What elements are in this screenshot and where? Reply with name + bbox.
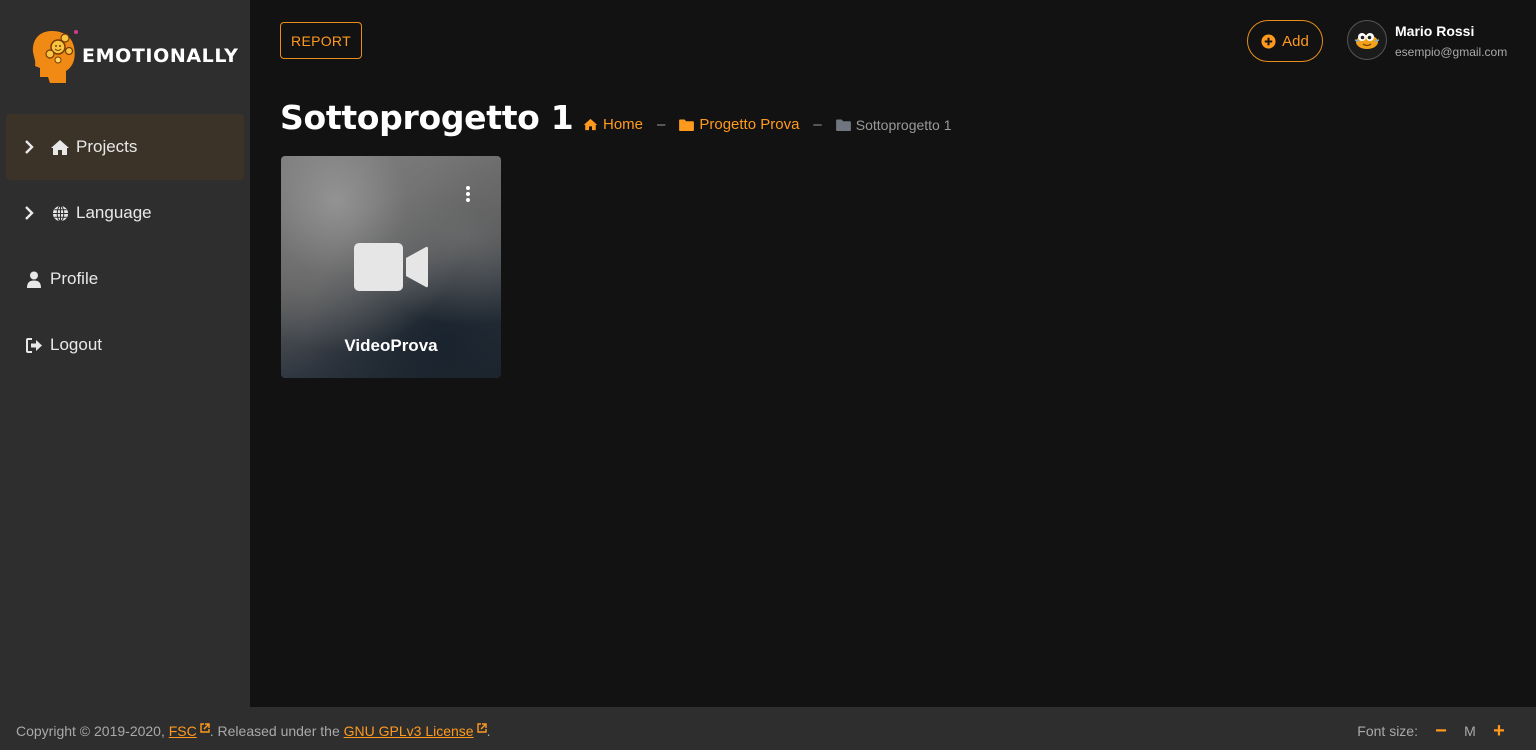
sidebar-item-label: Logout: [50, 335, 102, 354]
sidebar-item-language[interactable]: Language: [6, 180, 244, 246]
add-button-label: Add: [1282, 32, 1309, 50]
folder-icon: [679, 118, 695, 131]
breadcrumb-label: Home: [603, 116, 644, 133]
report-button[interactable]: REPORT: [280, 22, 362, 59]
video-camera-icon: [354, 243, 428, 291]
footer: Copyright © 2019-2020, FSC . Released un…: [0, 707, 1536, 750]
folder-icon: [835, 118, 851, 131]
font-size-value: M: [1464, 723, 1476, 739]
avatar[interactable]: [1347, 20, 1387, 60]
user-email: esempio@gmail.com: [1395, 45, 1508, 59]
sidebar-item-label: Profile: [50, 269, 99, 288]
breadcrumb-separator: –: [813, 116, 822, 133]
sidebar-item-label: Language: [76, 203, 152, 222]
end-text: .: [486, 723, 491, 739]
sidebar: EMOTIONALLY Projects Language Profile Lo…: [0, 0, 250, 707]
breadcrumb: Home – Progetto Prova – Sottoprogetto 1: [583, 116, 952, 133]
user-icon: [24, 269, 44, 289]
decrease-font-button[interactable]: −: [1430, 721, 1452, 741]
sidebar-nav: Projects Language Profile Logout: [6, 114, 244, 378]
breadcrumb-home[interactable]: Home: [583, 116, 643, 133]
external-link-icon: [476, 723, 487, 733]
license-link[interactable]: GNU GPLv3 License: [344, 723, 474, 739]
copyright-text: Copyright © 2019-2020,: [16, 723, 169, 739]
plus-circle-icon: [1261, 33, 1276, 49]
sidebar-item-label: Projects: [76, 137, 138, 156]
breadcrumb-label: Progetto Prova: [699, 116, 800, 133]
app-logo[interactable]: EMOTIONALLY: [30, 26, 245, 86]
brand-name: EMOTIONALLY: [82, 45, 239, 67]
increase-font-button[interactable]: +: [1488, 721, 1510, 741]
released-text: . Released under the: [209, 723, 344, 739]
home-icon: [583, 118, 598, 131]
chevron-right-icon: [24, 140, 38, 154]
fsc-link[interactable]: FSC: [169, 723, 197, 739]
head-logo-icon: [32, 30, 78, 83]
breadcrumb-separator: –: [657, 116, 666, 133]
more-vertical-icon[interactable]: [463, 186, 473, 202]
footer-copyright: Copyright © 2019-2020, FSC . Released un…: [16, 723, 490, 739]
external-link-icon: [200, 723, 210, 733]
breadcrumb-current: Sottoprogetto 1: [835, 116, 952, 133]
sidebar-item-projects[interactable]: Projects: [6, 114, 244, 180]
card-title: VideoProva: [344, 336, 438, 355]
font-size-label: Font size:: [1357, 723, 1418, 739]
user-avatar-icon: [1354, 33, 1380, 49]
video-card[interactable]: VideoProva: [281, 156, 501, 378]
page-title: Sottoprogetto 1: [280, 98, 574, 137]
breadcrumb-project[interactable]: Progetto Prova: [679, 116, 799, 133]
font-size-control: Font size: − M +: [1357, 721, 1510, 741]
home-icon: [50, 137, 70, 157]
sidebar-item-profile[interactable]: Profile: [6, 246, 244, 312]
user-name: Mario Rossi: [1395, 23, 1475, 39]
chevron-right-icon: [24, 206, 38, 220]
breadcrumb-label: Sottoprogetto 1: [855, 116, 952, 133]
logout-icon: [24, 335, 44, 355]
globe-icon: [50, 203, 70, 223]
add-button[interactable]: Add: [1247, 20, 1323, 62]
sidebar-item-logout[interactable]: Logout: [6, 312, 244, 378]
